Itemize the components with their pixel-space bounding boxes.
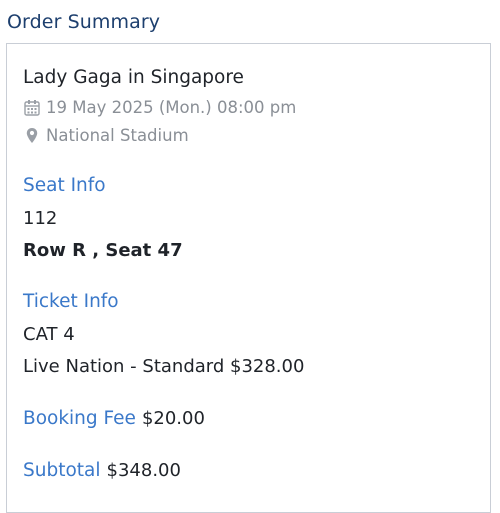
event-venue-row: National Stadium xyxy=(23,126,189,145)
seat-info-heading: Seat Info xyxy=(23,175,106,196)
calendar-icon xyxy=(23,99,41,116)
seat-row-seat: Row R , Seat 47 xyxy=(23,240,183,261)
location-pin-icon xyxy=(23,127,41,144)
subtotal-row: Subtotal $348.00 xyxy=(23,460,181,481)
event-venue: National Stadium xyxy=(46,126,189,145)
page-title: Order Summary xyxy=(7,11,161,33)
ticket-info-heading: Ticket Info xyxy=(23,291,119,312)
event-title: Lady Gaga in Singapore xyxy=(23,67,244,88)
seat-section: 112 xyxy=(23,208,58,229)
event-date-row: 19 May 2025 (Mon.) 08:00 pm xyxy=(23,98,296,117)
subtotal-label: Subtotal xyxy=(23,460,101,481)
booking-fee-row: Booking Fee $20.00 xyxy=(23,408,205,429)
event-datetime: 19 May 2025 (Mon.) 08:00 pm xyxy=(46,98,297,117)
subtotal-value: $348.00 xyxy=(106,460,181,481)
booking-fee-label: Booking Fee xyxy=(23,408,136,429)
ticket-type-price: Live Nation - Standard $328.00 xyxy=(23,356,305,377)
ticket-category: CAT 4 xyxy=(23,324,75,345)
booking-fee-value: $20.00 xyxy=(141,408,205,429)
